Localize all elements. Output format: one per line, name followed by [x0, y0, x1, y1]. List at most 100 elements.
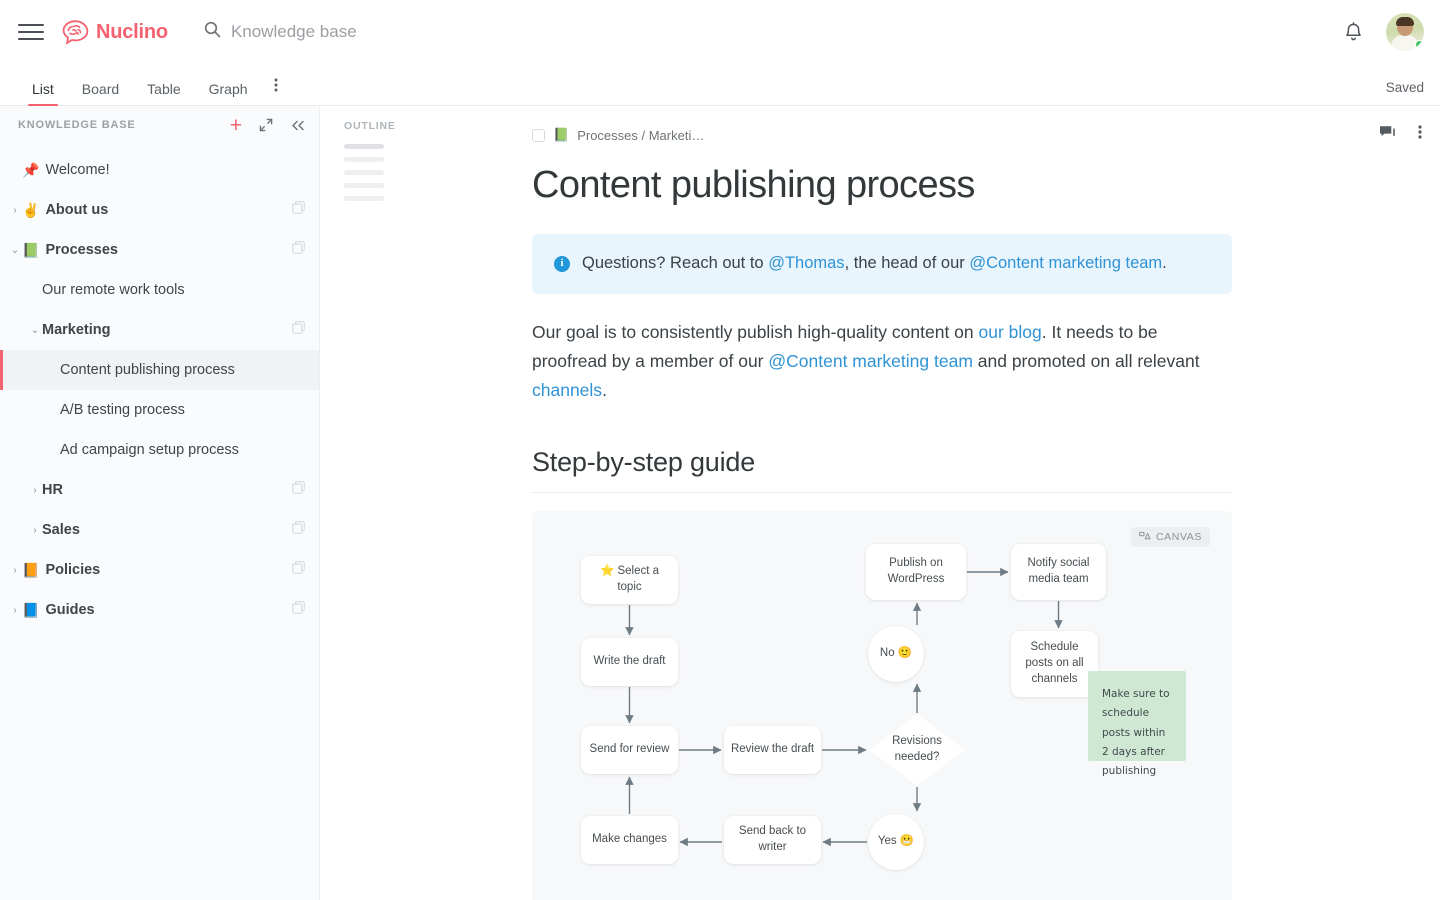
flow-node-publish[interactable]: Publish on WordPress [866, 543, 966, 600]
duplicate-icon[interactable] [292, 481, 305, 499]
sidebar-item-policies[interactable]: › 📙 Policies [0, 550, 319, 590]
flow-node-send[interactable]: Send for review [581, 725, 678, 774]
chevron-icon[interactable]: › [28, 525, 42, 536]
chevron-icon[interactable]: ⌄ [8, 245, 22, 256]
chevron-icon[interactable]: › [8, 565, 22, 576]
info-icon: i [554, 255, 570, 272]
tab-graph[interactable]: Graph [195, 82, 262, 105]
flow-node-notify[interactable]: Notify social media team [1011, 543, 1106, 600]
document-actions [1379, 124, 1422, 140]
tab-table[interactable]: Table [133, 82, 194, 105]
paragraph-part-3: and promoted on all relevant [972, 350, 1200, 371]
more-vertical-icon[interactable] [262, 77, 290, 105]
sidebar-item-label: A/B testing process [60, 402, 185, 418]
flow-node-makechanges[interactable]: Make changes [581, 815, 678, 864]
sidebar-item-hr[interactable]: › HR [0, 470, 319, 510]
tab-board[interactable]: Board [68, 82, 133, 105]
flow-node-label: Publish on WordPress [887, 557, 945, 585]
chevron-icon[interactable]: › [28, 485, 42, 496]
sidebar-item-marketing[interactable]: ⌄ Marketing [0, 310, 319, 350]
content-pane: OUTLINE 📗 Processes / Marketi… Content p… [320, 106, 1440, 900]
online-status-dot [1415, 40, 1424, 49]
search-input[interactable] [230, 22, 651, 42]
flow-node-label: Schedule posts on all channels [1025, 641, 1084, 685]
mention-content-marketing-team[interactable]: @Content marketing team [969, 254, 1162, 272]
item-emoji: 📌 [22, 161, 40, 178]
breadcrumb-emoji: 📗 [553, 127, 570, 142]
chevron-icon[interactable]: › [8, 205, 22, 216]
duplicate-icon[interactable] [292, 521, 305, 539]
comment-icon[interactable] [1379, 125, 1396, 140]
sidebar-item-label: Sales [42, 522, 80, 538]
duplicate-icon[interactable] [292, 241, 305, 259]
sidebar-item-label: About us [45, 202, 109, 218]
sidebar-item-welcome[interactable]: 📌 Welcome! [0, 150, 319, 190]
section-heading: Step-by-step guide [532, 447, 1232, 493]
brand-name: Nuclino [96, 20, 168, 43]
mention-content-marketing-team-2[interactable]: @Content marketing team [768, 351, 973, 371]
flow-node-select[interactable]: ⭐ Select a topic [581, 555, 678, 604]
link-our-blog[interactable]: our blog [979, 322, 1042, 342]
duplicate-icon[interactable] [292, 201, 305, 219]
flow-node-label: Notify social media team [1027, 557, 1090, 585]
sidebar-item-sales[interactable]: › Sales [0, 510, 319, 550]
flow-node-label: No 🙂 [879, 646, 913, 659]
outline-bar[interactable] [344, 144, 384, 149]
flow-node-sendback[interactable]: Send back to writer [724, 815, 821, 864]
sidebar-item-processes[interactable]: ⌄ 📗 Processes [0, 230, 319, 270]
callout-part-2: , the head of our [844, 253, 970, 272]
sidebar-item-guides[interactable]: › 📘 Guides [0, 590, 319, 630]
sticky-note[interactable]: Make sure to schedule posts within 2 day… [1088, 670, 1186, 777]
canvas-embed[interactable]: CANVAS ⭐ Select a topic Write the draft … [532, 510, 1232, 900]
flow-node-yes[interactable]: Yes 😬 [868, 813, 924, 870]
outline-bar[interactable] [344, 183, 384, 188]
body-paragraph: Our goal is to consistently publish high… [532, 318, 1232, 405]
more-vertical-icon[interactable] [1418, 124, 1422, 140]
sidebar-item-label: Policies [45, 562, 101, 578]
sidebar-item-a-b-testing-process[interactable]: A/B testing process [0, 390, 319, 430]
outline-bar[interactable] [344, 157, 384, 162]
save-status: Saved [1385, 80, 1424, 95]
sidebar-item-label: HR [42, 482, 63, 498]
item-emoji: 📗 [22, 241, 40, 258]
flow-node-schedule[interactable]: Schedule posts on all channels [1011, 630, 1098, 697]
avatar-hair [1396, 17, 1414, 26]
notification-bell-icon[interactable] [1336, 15, 1370, 49]
duplicate-icon[interactable] [292, 321, 305, 339]
hamburger-menu-icon[interactable] [18, 19, 44, 45]
paragraph-part-4: . [602, 379, 607, 400]
flow-node-no[interactable]: No 🙂 [868, 625, 924, 682]
breadcrumb[interactable]: 📗 Processes / Marketi… [532, 124, 1232, 146]
flow-node-write[interactable]: Write the draft [581, 637, 678, 686]
sidebar-item-content-publishing-process[interactable]: Content publishing process [0, 350, 319, 390]
duplicate-icon[interactable] [292, 561, 305, 579]
flow-node-label: ⭐ Select a topic [599, 565, 660, 593]
link-channels[interactable]: channels [532, 380, 602, 400]
sidebar-item-our-remote-work-tools[interactable]: Our remote work tools [0, 270, 319, 310]
breadcrumb-text: Processes / Marketi… [577, 127, 705, 143]
callout-text: Questions? Reach out to @Thomas, the hea… [582, 252, 1167, 276]
outline-bar[interactable] [344, 196, 384, 201]
sidebar-item-about-us[interactable]: › ✌️ About us [0, 190, 319, 230]
collapse-double-chevron-icon[interactable] [290, 119, 305, 132]
sidebar-item-ad-campaign-setup-process[interactable]: Ad campaign setup process [0, 430, 319, 470]
sidebar-item-label: Marketing [42, 322, 111, 338]
flow-node-review[interactable]: Review the draft [724, 725, 821, 774]
expand-icon[interactable] [259, 118, 273, 132]
duplicate-icon[interactable] [292, 601, 305, 619]
main-area: KNOWLEDGE BASE + 📌 Welcome! › ✌️ About u… [0, 106, 1440, 900]
chevron-icon[interactable]: ⌄ [28, 325, 42, 336]
tab-list[interactable]: List [18, 82, 68, 106]
mention-thomas[interactable]: @Thomas [768, 254, 844, 272]
document: 📗 Processes / Marketi… Content publishin… [532, 124, 1232, 900]
sidebar-item-label: Processes [45, 242, 118, 258]
sidebar-item-label: Ad campaign setup process [60, 442, 239, 458]
nuclino-logo[interactable]: Nuclino [62, 19, 168, 45]
avatar[interactable] [1386, 13, 1424, 51]
outline-bar[interactable] [344, 170, 384, 175]
checkbox-icon[interactable] [532, 128, 545, 142]
flow-node-label: Send for review [589, 742, 670, 755]
search-bar[interactable] [204, 21, 1336, 43]
plus-icon[interactable]: + [230, 115, 242, 136]
chevron-icon[interactable]: › [8, 605, 22, 616]
